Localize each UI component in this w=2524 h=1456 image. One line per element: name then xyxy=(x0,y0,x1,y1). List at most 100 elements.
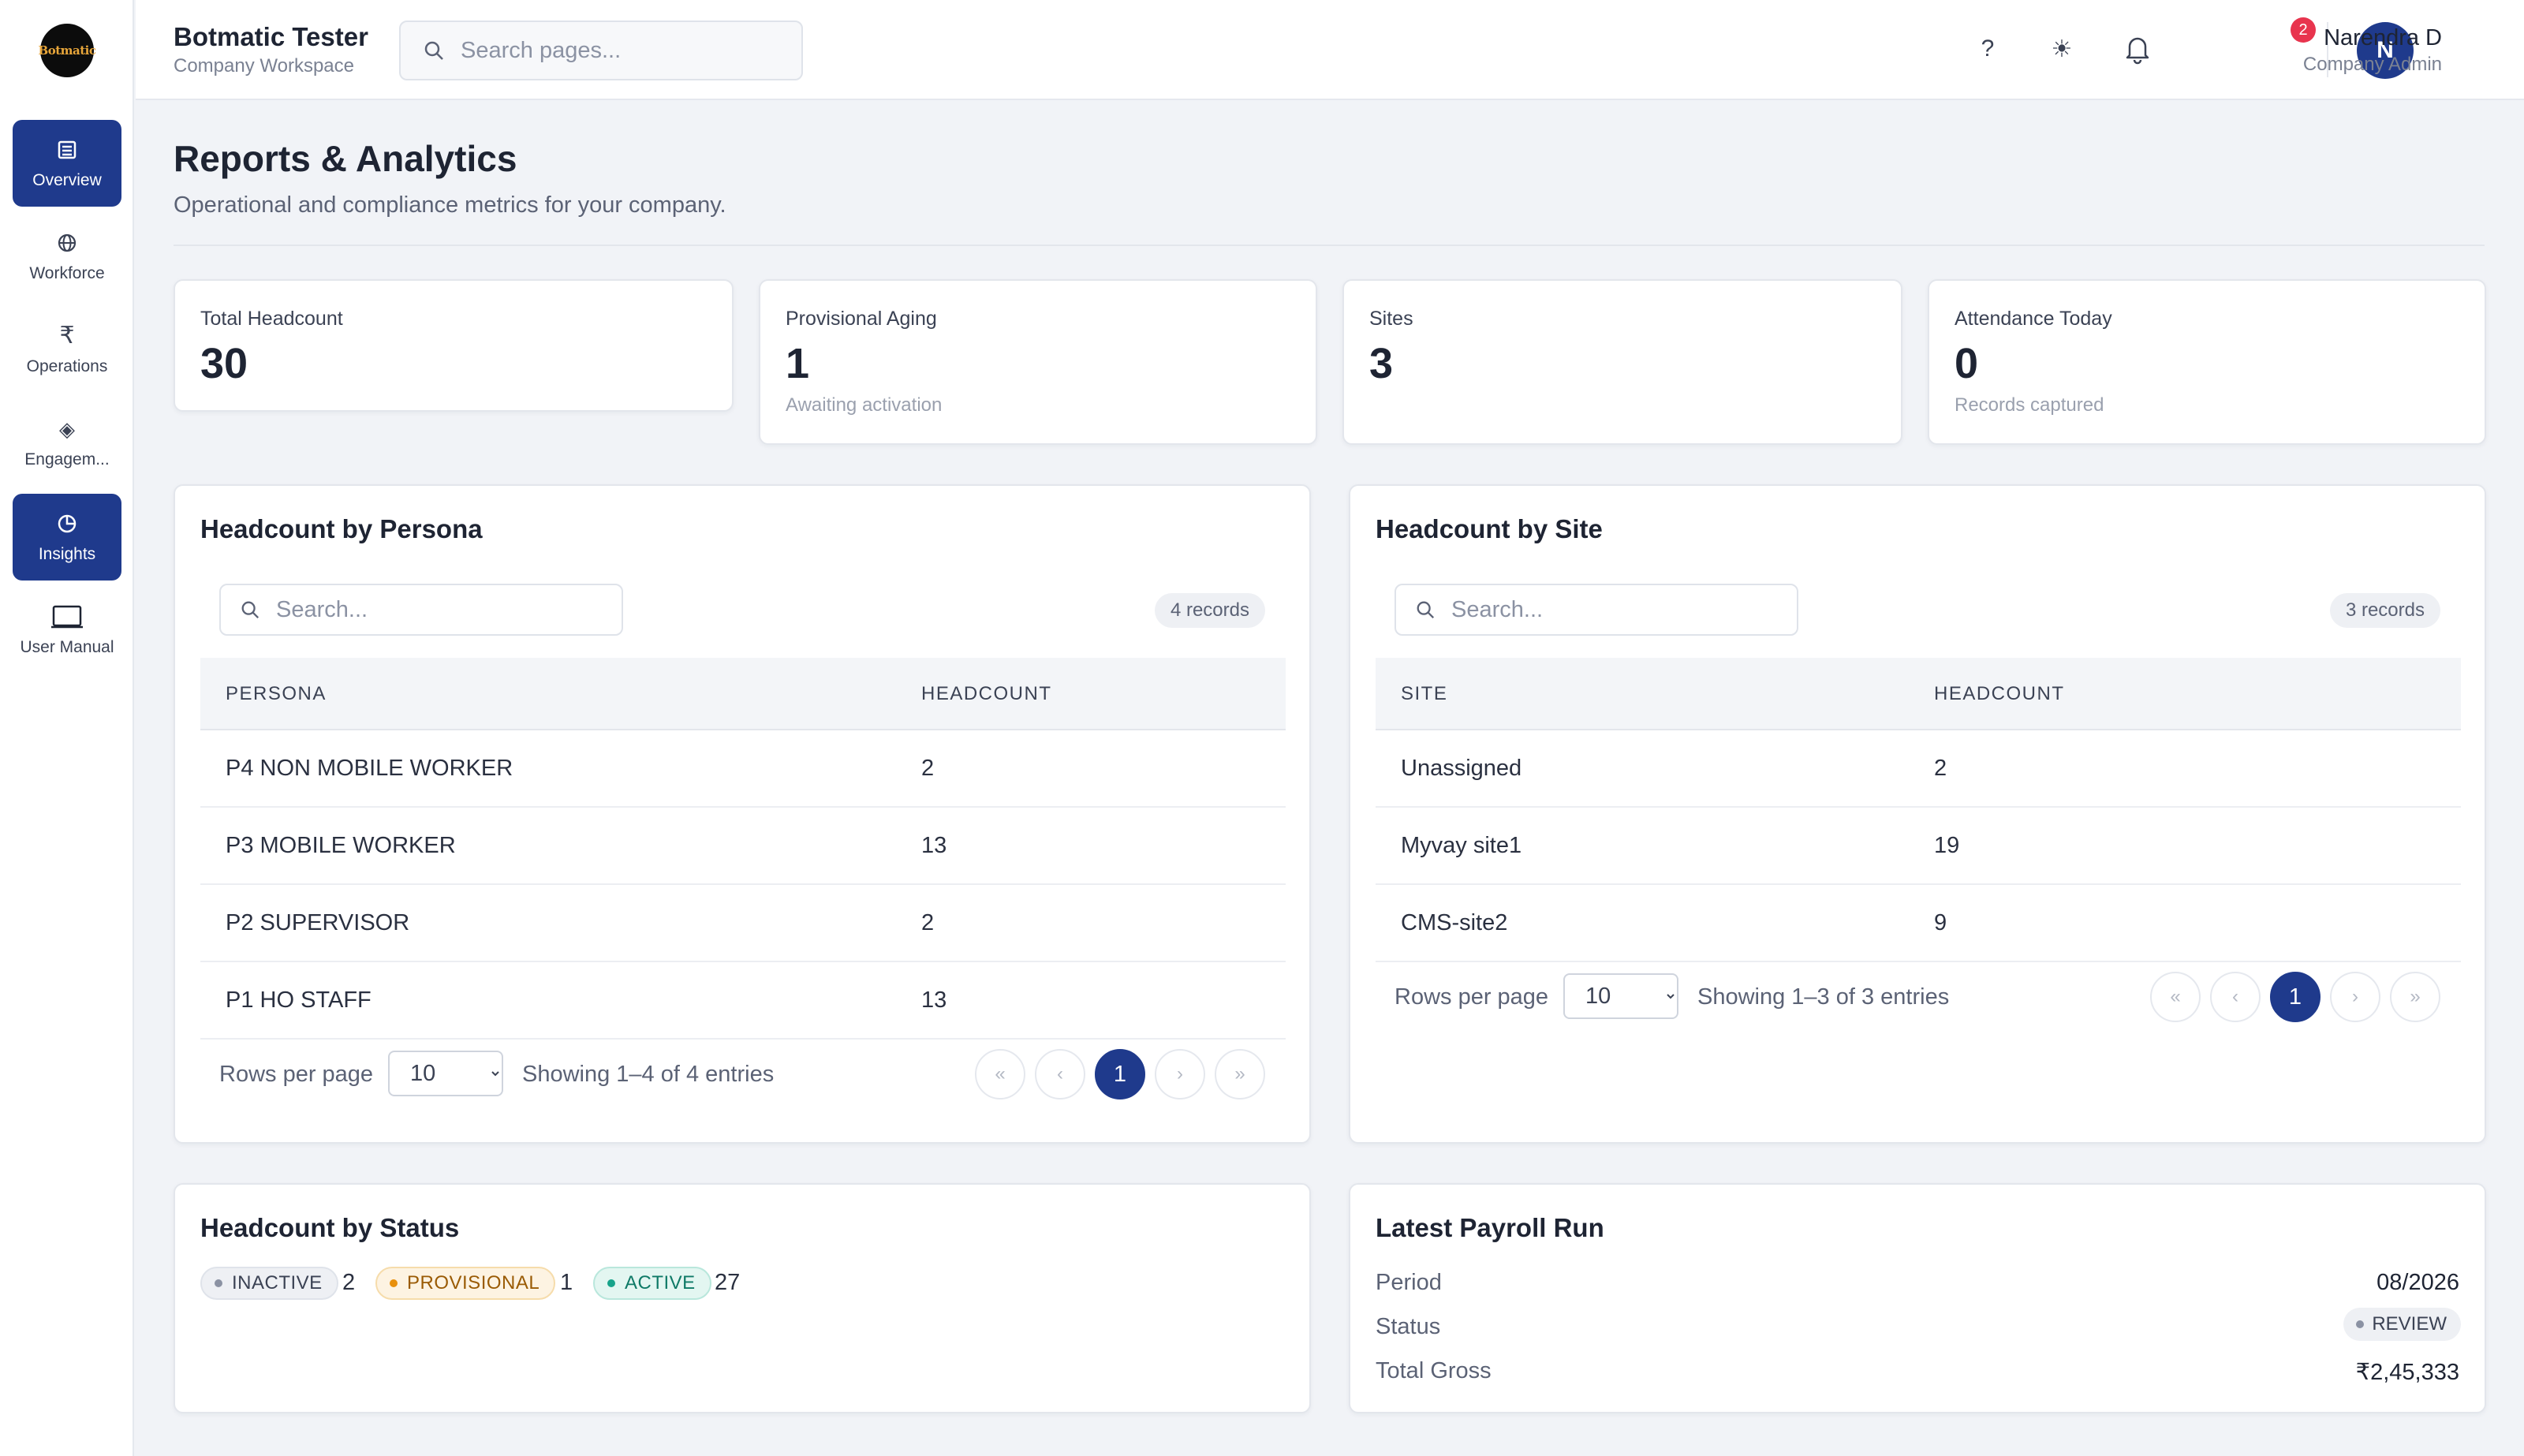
next-page-button[interactable]: › xyxy=(2330,972,2380,1022)
cell-headcount: 19 xyxy=(1934,833,1960,858)
search-icon xyxy=(1417,601,1435,619)
column-header-persona[interactable]: PERSONA xyxy=(226,683,327,705)
stat-value: 30 xyxy=(200,340,248,387)
book-icon xyxy=(51,603,83,630)
stat-card-total-headcount: Total Headcount 30 xyxy=(174,279,734,412)
cell-headcount: 9 xyxy=(1934,910,1947,935)
pie-chart-icon xyxy=(56,510,78,537)
cell-persona: P3 MOBILE WORKER xyxy=(226,833,456,858)
showing-entries: Showing 1–4 of 4 entries xyxy=(522,1062,775,1087)
stat-card-provisional-aging: Provisional Aging 1 Awaiting activation xyxy=(759,279,1317,445)
sidebar-item-workforce[interactable]: Workforce xyxy=(13,213,121,300)
stat-label: Attendance Today xyxy=(1955,308,2112,330)
persona-table-card: Headcount by Persona 4 records PERSONA H… xyxy=(174,484,1311,1144)
first-page-button[interactable]: « xyxy=(2150,972,2201,1022)
sidebar: Botmatic Overview Workforce ₹ Operations… xyxy=(0,0,134,1456)
sidebar-item-engagement[interactable]: ◈ Engagem... xyxy=(13,399,121,486)
records-badge: 3 records xyxy=(2329,593,2440,628)
rows-per-page-select[interactable]: 10 xyxy=(1563,973,1678,1019)
sidebar-item-label: Overview xyxy=(32,171,102,189)
payroll-card: Latest Payroll Run Period 08/2026 Status… xyxy=(1349,1183,2486,1413)
help-icon[interactable]: ? xyxy=(1970,32,2005,66)
sidebar-item-user-manual[interactable]: User Manual xyxy=(13,587,121,674)
period-value: 08/2026 xyxy=(2377,1270,2459,1295)
stat-card-attendance-today: Attendance Today 0 Records captured xyxy=(1928,279,2486,445)
table-header: SITE HEADCOUNT xyxy=(1376,658,2461,730)
theme-toggle-icon[interactable]: ☀ xyxy=(2044,32,2079,66)
prev-page-button[interactable]: ‹ xyxy=(1035,1049,1085,1099)
column-header-headcount[interactable]: HEADCOUNT xyxy=(921,683,1052,705)
card-title: Latest Payroll Run xyxy=(1376,1213,1604,1242)
sidebar-item-label: Engagem... xyxy=(24,450,110,469)
sidebar-item-label: Operations xyxy=(26,357,108,375)
status-badge-provisional: PROVISIONAL xyxy=(375,1267,556,1300)
prev-page-button[interactable]: ‹ xyxy=(2210,972,2261,1022)
company-logo[interactable]: Botmatic xyxy=(39,24,96,77)
cell-headcount: 2 xyxy=(921,756,935,781)
page-title: Reports & Analytics xyxy=(174,138,517,179)
persona-search-input[interactable] xyxy=(276,596,607,623)
cell-headcount: 13 xyxy=(921,987,947,1013)
search-icon xyxy=(241,601,259,619)
bell-icon[interactable] xyxy=(2120,32,2155,66)
list-icon xyxy=(56,136,78,163)
table-row[interactable]: CMS-site2 9 xyxy=(1376,885,2461,962)
total-gross-label: Total Gross xyxy=(1376,1358,1492,1383)
status-count: 1 xyxy=(560,1270,573,1295)
site-search[interactable] xyxy=(1395,584,1798,636)
sidebar-item-overview[interactable]: Overview xyxy=(13,120,121,207)
notification-badge: 2 xyxy=(2291,17,2316,43)
rows-per-page-select[interactable]: 10 xyxy=(388,1051,503,1096)
last-page-button[interactable]: » xyxy=(1215,1049,1265,1099)
stat-label: Total Headcount xyxy=(200,308,343,330)
cell-site: CMS-site2 xyxy=(1401,910,1508,935)
table-row[interactable]: P1 HO STAFF 13 xyxy=(200,962,1286,1040)
table-row[interactable]: P2 SUPERVISOR 2 xyxy=(200,885,1286,962)
workspace-title: Botmatic Tester xyxy=(174,22,368,51)
stat-note: Records captured xyxy=(1955,394,2104,416)
stat-label: Sites xyxy=(1369,308,1413,330)
status-value: REVIEW xyxy=(2372,1313,2447,1335)
status-label: INACTIVE xyxy=(232,1272,323,1294)
table-row[interactable]: P4 NON MOBILE WORKER 2 xyxy=(200,730,1286,808)
stat-card-sites: Sites 3 xyxy=(1342,279,1902,445)
table-header: PERSONA HEADCOUNT xyxy=(200,658,1286,730)
page-1-button[interactable]: 1 xyxy=(2270,972,2321,1022)
status-label: PROVISIONAL xyxy=(407,1272,540,1294)
status-label: Status xyxy=(1376,1314,1441,1339)
total-gross-value: ₹2,45,333 xyxy=(2355,1360,2459,1385)
status-count: 27 xyxy=(715,1270,741,1295)
sidebar-item-operations[interactable]: ₹ Operations xyxy=(13,306,121,393)
page-1-button[interactable]: 1 xyxy=(1095,1049,1145,1099)
status-count: 2 xyxy=(342,1270,356,1295)
divider xyxy=(174,245,2485,246)
showing-entries: Showing 1–3 of 3 entries xyxy=(1697,984,1950,1010)
table-row[interactable]: P3 MOBILE WORKER 13 xyxy=(200,808,1286,885)
site-search-input[interactable] xyxy=(1451,596,1783,623)
sidebar-item-label: Workforce xyxy=(29,264,105,282)
page-search[interactable] xyxy=(399,21,803,80)
page-search-input[interactable] xyxy=(461,37,760,64)
persona-search[interactable] xyxy=(219,584,623,636)
user-role: Company Admin xyxy=(2302,54,2442,75)
stat-label: Provisional Aging xyxy=(786,308,937,330)
card-title: Headcount by Persona xyxy=(200,514,483,543)
last-page-button[interactable]: » xyxy=(2390,972,2440,1022)
table-row[interactable]: Unassigned 2 xyxy=(1376,730,2461,808)
column-header-headcount[interactable]: HEADCOUNT xyxy=(1934,683,2065,705)
next-page-button[interactable]: › xyxy=(1155,1049,1205,1099)
cell-persona: P1 HO STAFF xyxy=(226,987,372,1013)
status-card: Headcount by Status INACTIVE 2 PROVISION… xyxy=(174,1183,1311,1413)
column-header-site[interactable]: SITE xyxy=(1401,683,1447,705)
status-dot xyxy=(215,1279,222,1287)
sidebar-item-insights[interactable]: Insights xyxy=(13,494,121,581)
first-page-button[interactable]: « xyxy=(975,1049,1025,1099)
sidebar-item-label: Insights xyxy=(38,545,96,563)
diamond-icon: ◈ xyxy=(59,417,75,441)
cell-headcount: 2 xyxy=(921,910,935,935)
table-row[interactable]: Myvay site1 19 xyxy=(1376,808,2461,885)
search-icon xyxy=(424,41,443,60)
top-header: Botmatic Tester Company Workspace ? ☀ 2 … xyxy=(136,0,2524,100)
user-name[interactable]: Narendra D xyxy=(2324,25,2442,51)
period-label: Period xyxy=(1376,1270,1442,1295)
